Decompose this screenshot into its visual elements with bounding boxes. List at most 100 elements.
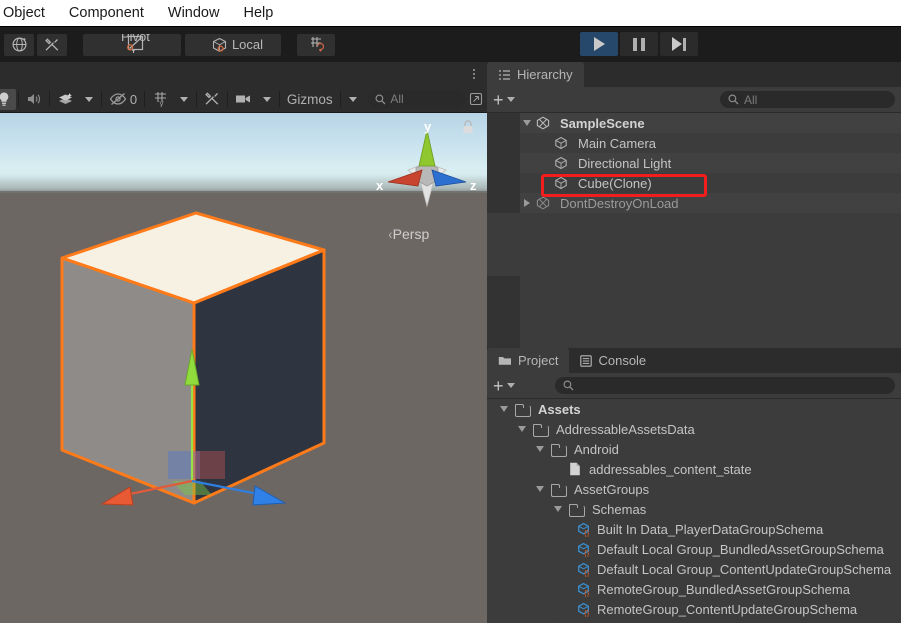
- project-row-schema-asset[interactable]: {} Default Local Group_ContentUpdateGrou…: [487, 559, 901, 579]
- scene-view-panel: 0 y Gizmos All x y z ‹Persp: [0, 62, 487, 623]
- tab-console[interactable]: Console: [569, 348, 657, 373]
- effects-dropdown[interactable]: [79, 89, 99, 110]
- play-controls: [580, 32, 698, 56]
- search-icon: [728, 94, 739, 105]
- tab-project[interactable]: Project: [487, 348, 570, 373]
- grid-dropdown[interactable]: [174, 89, 194, 110]
- play-button[interactable]: [580, 32, 618, 56]
- svg-text:y: y: [160, 99, 164, 107]
- project-add-button[interactable]: +: [493, 377, 515, 395]
- twisty-down-icon[interactable]: [551, 506, 565, 512]
- project-row-addressables-content-state[interactable]: addressables_content_state: [487, 459, 901, 479]
- project-search-input[interactable]: [554, 377, 895, 394]
- expand-search-icon[interactable]: [465, 89, 487, 110]
- tools-icon[interactable]: [37, 33, 67, 56]
- tab-console-label: Console: [598, 353, 647, 368]
- hidden-objects-icon[interactable]: 0: [104, 89, 142, 110]
- hidden-objects-count: 0: [129, 91, 138, 107]
- pivot-label: Pivot: [121, 33, 150, 44]
- handle-rotation-button[interactable]: Local: [185, 33, 281, 56]
- project-row-schema-asset[interactable]: {} Default Local Group_BundledAssetGroup…: [487, 539, 901, 559]
- hierarchy-search-input[interactable]: All: [720, 91, 895, 108]
- scene-search-input[interactable]: All: [368, 90, 465, 108]
- gizmos-dropdown[interactable]: [343, 89, 363, 110]
- project-item-label: Schemas: [592, 501, 647, 517]
- project-item-label: RemoteGroup_ContentUpdateGroupSchema: [597, 601, 858, 617]
- search-icon: [563, 380, 573, 391]
- project-item-label: Default Local Group_BundledAssetGroupSch…: [597, 541, 884, 557]
- project-folder-icon: [498, 357, 511, 365]
- project-row-built-in-data[interactable]: {} Built In Data: [487, 619, 901, 623]
- twisty-down-icon[interactable]: [533, 486, 547, 492]
- scene-viewport[interactable]: x y z ‹Persp: [0, 113, 487, 623]
- folder-icon: [551, 483, 567, 497]
- twisty-down-icon[interactable]: [497, 406, 511, 412]
- project-row-assetgroups[interactable]: AssetGroups: [487, 479, 901, 499]
- project-row-schema-asset[interactable]: {} Built In Data_PlayerDataGroupSchema: [487, 519, 901, 539]
- hierarchy-icon: [499, 69, 510, 80]
- projection-mode-label[interactable]: ‹Persp: [388, 226, 429, 242]
- account-icon[interactable]: [4, 33, 34, 56]
- gizmo-x-label: x: [376, 178, 384, 193]
- hierarchy-empty-area[interactable]: [487, 276, 901, 348]
- menu-window[interactable]: Window: [156, 0, 232, 26]
- menu-component[interactable]: Component: [57, 0, 156, 26]
- project-row-schema-asset[interactable]: {} RemoteGroup_ContentUpdateGroupSchema: [487, 599, 901, 619]
- project-item-label: addressables_content_state: [589, 461, 752, 477]
- scene-search-placeholder: All: [390, 92, 404, 106]
- effects-icon[interactable]: [52, 89, 79, 110]
- gameobject-icon: [552, 156, 570, 170]
- pivot-toggle-button[interactable]: Pivot: [83, 33, 181, 56]
- gizmo-z-label: z: [470, 178, 477, 193]
- camera-dropdown[interactable]: [257, 89, 277, 110]
- project-row-schemas[interactable]: Schemas: [487, 499, 901, 519]
- menu-help[interactable]: Help: [231, 0, 285, 26]
- project-item-label: AssetGroups: [574, 481, 650, 497]
- tab-hierarchy[interactable]: Hierarchy: [487, 62, 584, 87]
- project-item-label: AddressableAssetsData: [556, 421, 695, 437]
- annotation-highlight-cube-clone: [541, 174, 707, 197]
- hierarchy-add-button[interactable]: +: [493, 91, 515, 109]
- scriptable-object-icon: {}: [577, 562, 593, 577]
- search-icon: [375, 94, 386, 104]
- project-item-label: Android: [574, 441, 619, 457]
- audio-toggle-icon[interactable]: [21, 89, 47, 110]
- svg-text:{}: {}: [584, 529, 590, 537]
- hierarchy-tree[interactable]: SampleScene Main Camera Directional Ligh…: [487, 113, 901, 348]
- pause-button[interactable]: [620, 32, 658, 56]
- hierarchy-row-directional-light[interactable]: Directional Light: [487, 153, 901, 173]
- project-item-label: Assets: [538, 401, 581, 417]
- step-icon: [672, 37, 686, 51]
- project-tree[interactable]: Assets AddressableAssetsData Android add…: [487, 399, 901, 623]
- twisty-down-icon[interactable]: [515, 426, 529, 432]
- svg-text:{}: {}: [584, 569, 590, 577]
- grid-axis-icon[interactable]: y: [147, 89, 174, 110]
- scene-tools-icon[interactable]: [199, 89, 225, 110]
- project-item-label: RemoteGroup_BundledAssetGroupSchema: [597, 581, 850, 597]
- chevron-down-icon: [506, 383, 515, 388]
- twisty-down-icon[interactable]: [520, 120, 534, 126]
- twisty-down-icon[interactable]: [533, 446, 547, 452]
- step-button[interactable]: [660, 32, 698, 56]
- project-row-assets[interactable]: Assets: [487, 399, 901, 419]
- gizmos-button[interactable]: Gizmos: [282, 89, 338, 110]
- twisty-right-icon[interactable]: [520, 199, 534, 207]
- scene-camera-icon[interactable]: [230, 89, 257, 110]
- more-options-icon[interactable]: [465, 64, 483, 84]
- hierarchy-toolbar: + All: [487, 87, 901, 113]
- hierarchy-row-main-camera[interactable]: Main Camera: [487, 133, 901, 153]
- project-row-android[interactable]: Android: [487, 439, 901, 459]
- local-handle-icon: [212, 37, 227, 52]
- unity-editor-window: Object Component Window Help Pivot Local…: [0, 0, 901, 623]
- view-lock-icon[interactable]: [461, 119, 475, 135]
- menu-object[interactable]: Object: [0, 0, 57, 26]
- hierarchy-item-label: Directional Light: [578, 155, 672, 171]
- project-row-addressableassetsdata[interactable]: AddressableAssetsData: [487, 419, 901, 439]
- project-row-schema-asset[interactable]: {} RemoteGroup_BundledAssetGroupSchema: [487, 579, 901, 599]
- grid-snap-icon[interactable]: [297, 33, 335, 56]
- handle-rotation-label: Local: [231, 37, 264, 52]
- hierarchy-row-samplescene[interactable]: SampleScene: [487, 113, 901, 133]
- scene-view-toolbar: 0 y Gizmos All: [0, 86, 487, 113]
- play-icon: [593, 37, 605, 51]
- lighting-toggle-icon[interactable]: [0, 88, 16, 110]
